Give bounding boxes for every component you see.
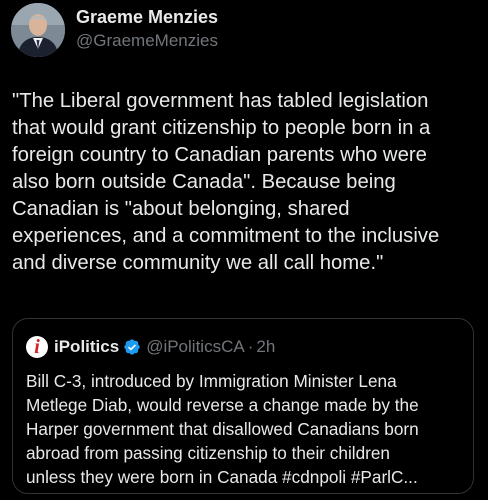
ipolitics-logo-letter: i xyxy=(34,336,40,358)
quoted-tweet-header: i iPolitics @iPoliticsCA · 2h xyxy=(26,335,275,359)
quoted-tweet-time[interactable]: 2h xyxy=(256,337,275,357)
separator-dot: · xyxy=(247,337,254,356)
quoted-tweet-text: Bill C-3, introduced by Immigration Mini… xyxy=(26,371,419,487)
quoted-author-name: iPolitics xyxy=(54,337,120,356)
tweet-container: Graeme Menzies @GraemeMenzies "The Liber… xyxy=(0,0,488,500)
quoted-author-handle: @iPoliticsCA xyxy=(146,337,245,356)
author-display-name[interactable]: Graeme Menzies xyxy=(76,6,218,28)
tweet-text: "The Liberal government has tabled legis… xyxy=(12,90,440,274)
author-name-block: Graeme Menzies @GraemeMenzies xyxy=(76,6,218,52)
verified-badge-icon xyxy=(124,339,140,355)
quoted-tweet-card[interactable]: i iPolitics @iPoliticsCA · 2h Bill C-3, … xyxy=(12,318,474,494)
author-handle[interactable]: @GraemeMenzies xyxy=(76,30,218,52)
author-avatar[interactable] xyxy=(11,3,65,57)
profile-photo xyxy=(11,3,65,57)
ipolitics-logo-icon: i xyxy=(26,336,48,358)
